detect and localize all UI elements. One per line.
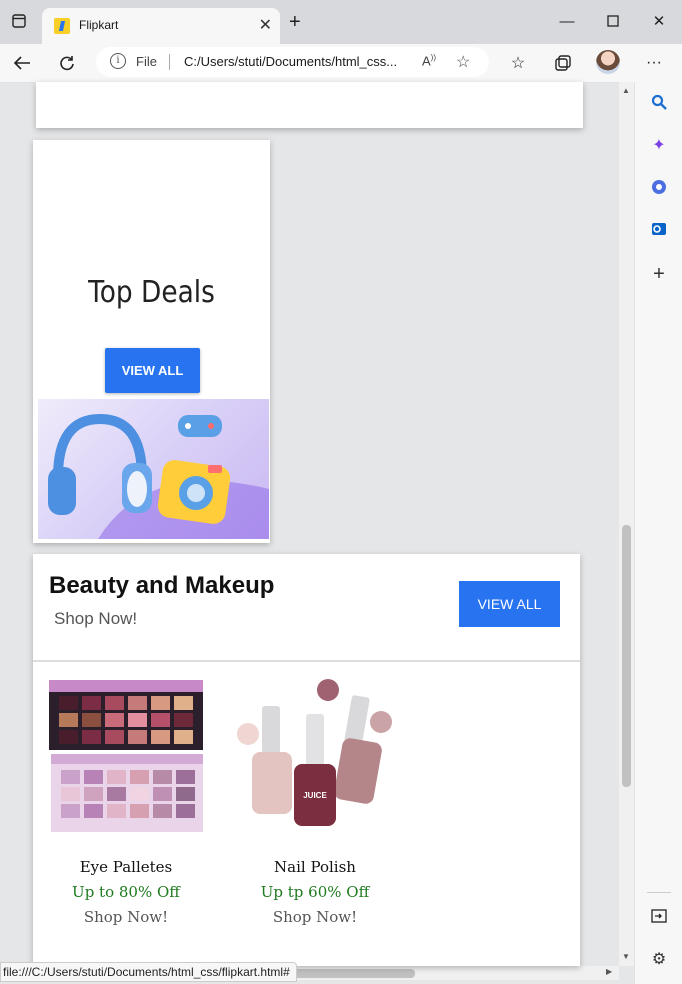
- scroll-up-arrow-icon[interactable]: ▲: [622, 86, 630, 95]
- eyeshadow-swatch: [130, 787, 149, 801]
- product-name: Nail Polish: [274, 858, 356, 876]
- close-icon[interactable]: ✕: [259, 15, 272, 35]
- eyeshadow-swatch: [128, 730, 147, 744]
- section-divider: [33, 660, 580, 662]
- eyeshadow-swatch: [105, 730, 124, 744]
- eyeshadow-swatch: [61, 787, 80, 801]
- eyeshadow-swatch: [59, 730, 78, 744]
- eyeshadow-swatch: [151, 713, 170, 727]
- eyeshadow-swatch: [59, 713, 78, 727]
- window-close-icon[interactable]: ✕: [648, 10, 670, 32]
- eyeshadow-swatch: [174, 730, 193, 744]
- tab-title: Flipkart: [79, 18, 119, 32]
- eyeshadow-swatch: [84, 787, 103, 801]
- address-separator: [169, 54, 170, 70]
- site-info-icon[interactable]: i: [110, 53, 126, 69]
- settings-gear-icon[interactable]: ⚙: [648, 948, 670, 970]
- eyeshadow-swatch: [82, 713, 101, 727]
- top-deals-card: Top Deals VIEW ALL: [33, 140, 270, 543]
- eyeshadow-swatch: [151, 696, 170, 710]
- eyeshadow-swatch: [84, 804, 103, 818]
- eyeshadow-swatch: [176, 787, 195, 801]
- scroll-down-arrow-icon[interactable]: ▼: [622, 952, 630, 961]
- new-tab-icon[interactable]: +: [289, 11, 301, 34]
- eyeshadow-swatch: [130, 770, 149, 784]
- beauty-section-subtitle: Shop Now!: [54, 609, 138, 628]
- flipkart-favicon-icon: [54, 18, 70, 34]
- beauty-view-all-button[interactable]: VIEW ALL: [459, 581, 560, 627]
- collections-icon[interactable]: [552, 52, 574, 74]
- eye-palette-image: [41, 674, 205, 836]
- product-card-nail-polish[interactable]: JUICE Nail Polish Up tp 60% Off Shop Now…: [230, 674, 400, 926]
- product-shop-now-link[interactable]: Shop Now!: [230, 908, 400, 926]
- beauty-makeup-section: Beauty and Makeup Shop Now! VIEW ALL Eye…: [33, 554, 580, 966]
- office-icon[interactable]: [648, 176, 670, 198]
- eyeshadow-swatch: [153, 787, 172, 801]
- eyeshadow-swatch: [82, 696, 101, 710]
- outlook-icon[interactable]: [648, 218, 670, 240]
- product-offer: Up tp 60% Off: [260, 883, 370, 901]
- address-url[interactable]: C:/Users/stuti/Documents/html_css...: [184, 54, 397, 69]
- more-menu-icon[interactable]: ···: [643, 52, 665, 74]
- vertical-scroll-thumb[interactable]: [622, 525, 631, 787]
- edge-sidebar: ✦ + ⚙: [634, 82, 682, 984]
- search-icon[interactable]: [648, 91, 670, 113]
- product-name: Eye Palletes: [79, 858, 173, 876]
- address-bar[interactable]: i File C:/Users/stuti/Documents/html_css…: [96, 47, 489, 77]
- product-shop-now-link[interactable]: Shop Now!: [41, 908, 211, 926]
- add-favorite-icon[interactable]: ☆: [456, 52, 470, 72]
- top-deals-view-all-button[interactable]: VIEW ALL: [105, 348, 200, 393]
- sidebar-divider: [647, 892, 671, 893]
- eyeshadow-swatch: [61, 804, 80, 818]
- address-scheme: File: [136, 54, 157, 69]
- browser-tab-bar: Flipkart ✕ + — ✕: [0, 0, 682, 44]
- eyeshadow-swatch: [105, 713, 124, 727]
- copilot-icon[interactable]: ✦: [648, 134, 670, 156]
- eyeshadow-swatch: [107, 787, 126, 801]
- hide-sidebar-icon[interactable]: [648, 905, 670, 927]
- read-aloud-icon[interactable]: A)): [422, 53, 436, 68]
- product-offer: Up to 80% Off: [72, 883, 180, 901]
- status-bar-url: file:///C:/Users/stuti/Documents/html_cs…: [0, 962, 297, 982]
- eyeshadow-swatch: [59, 696, 78, 710]
- eyeshadow-swatch: [84, 770, 103, 784]
- top-deals-banner-image: [38, 399, 269, 539]
- eyeshadow-swatch: [130, 804, 149, 818]
- eyeshadow-swatch: [61, 770, 80, 784]
- vertical-scrollbar[interactable]: ▲ ▼: [619, 82, 634, 966]
- svg-text:JUICE: JUICE: [303, 791, 327, 800]
- eyeshadow-swatch: [107, 770, 126, 784]
- tab-actions-icon[interactable]: [8, 10, 30, 32]
- top-deals-title: Top Deals: [88, 275, 215, 310]
- browser-toolbar: i File C:/Users/stuti/Documents/html_css…: [0, 44, 682, 83]
- eyeshadow-swatch: [153, 804, 172, 818]
- previous-section-card: [36, 82, 583, 128]
- tab-flipkart[interactable]: Flipkart ✕: [42, 8, 280, 44]
- eyeshadow-swatch: [174, 696, 193, 710]
- eyeshadow-swatch: [176, 804, 195, 818]
- add-sidebar-app-icon[interactable]: +: [648, 263, 670, 285]
- eyeshadow-swatch: [128, 696, 147, 710]
- eyeshadow-swatch: [82, 730, 101, 744]
- eyeshadow-swatch: [176, 770, 195, 784]
- eyeshadow-swatch: [105, 696, 124, 710]
- product-card-eye-palettes[interactable]: Eye Palletes Up to 80% Off Shop Now!: [41, 674, 211, 926]
- nail-polish-image: JUICE: [230, 674, 392, 836]
- eyeshadow-swatch: [174, 713, 193, 727]
- beauty-section-title: Beauty and Makeup: [49, 572, 275, 599]
- eyeshadow-swatch: [128, 713, 147, 727]
- scroll-right-arrow-icon[interactable]: ▶: [606, 967, 612, 976]
- refresh-icon[interactable]: [56, 52, 78, 74]
- minimize-icon[interactable]: —: [556, 10, 578, 32]
- maximize-icon[interactable]: [602, 10, 624, 32]
- profile-avatar[interactable]: [596, 50, 620, 74]
- eyeshadow-swatch: [151, 730, 170, 744]
- eyeshadow-swatch: [107, 804, 126, 818]
- eyeshadow-swatch: [153, 770, 172, 784]
- back-icon[interactable]: [11, 52, 33, 74]
- favorites-icon[interactable]: ☆: [507, 52, 529, 74]
